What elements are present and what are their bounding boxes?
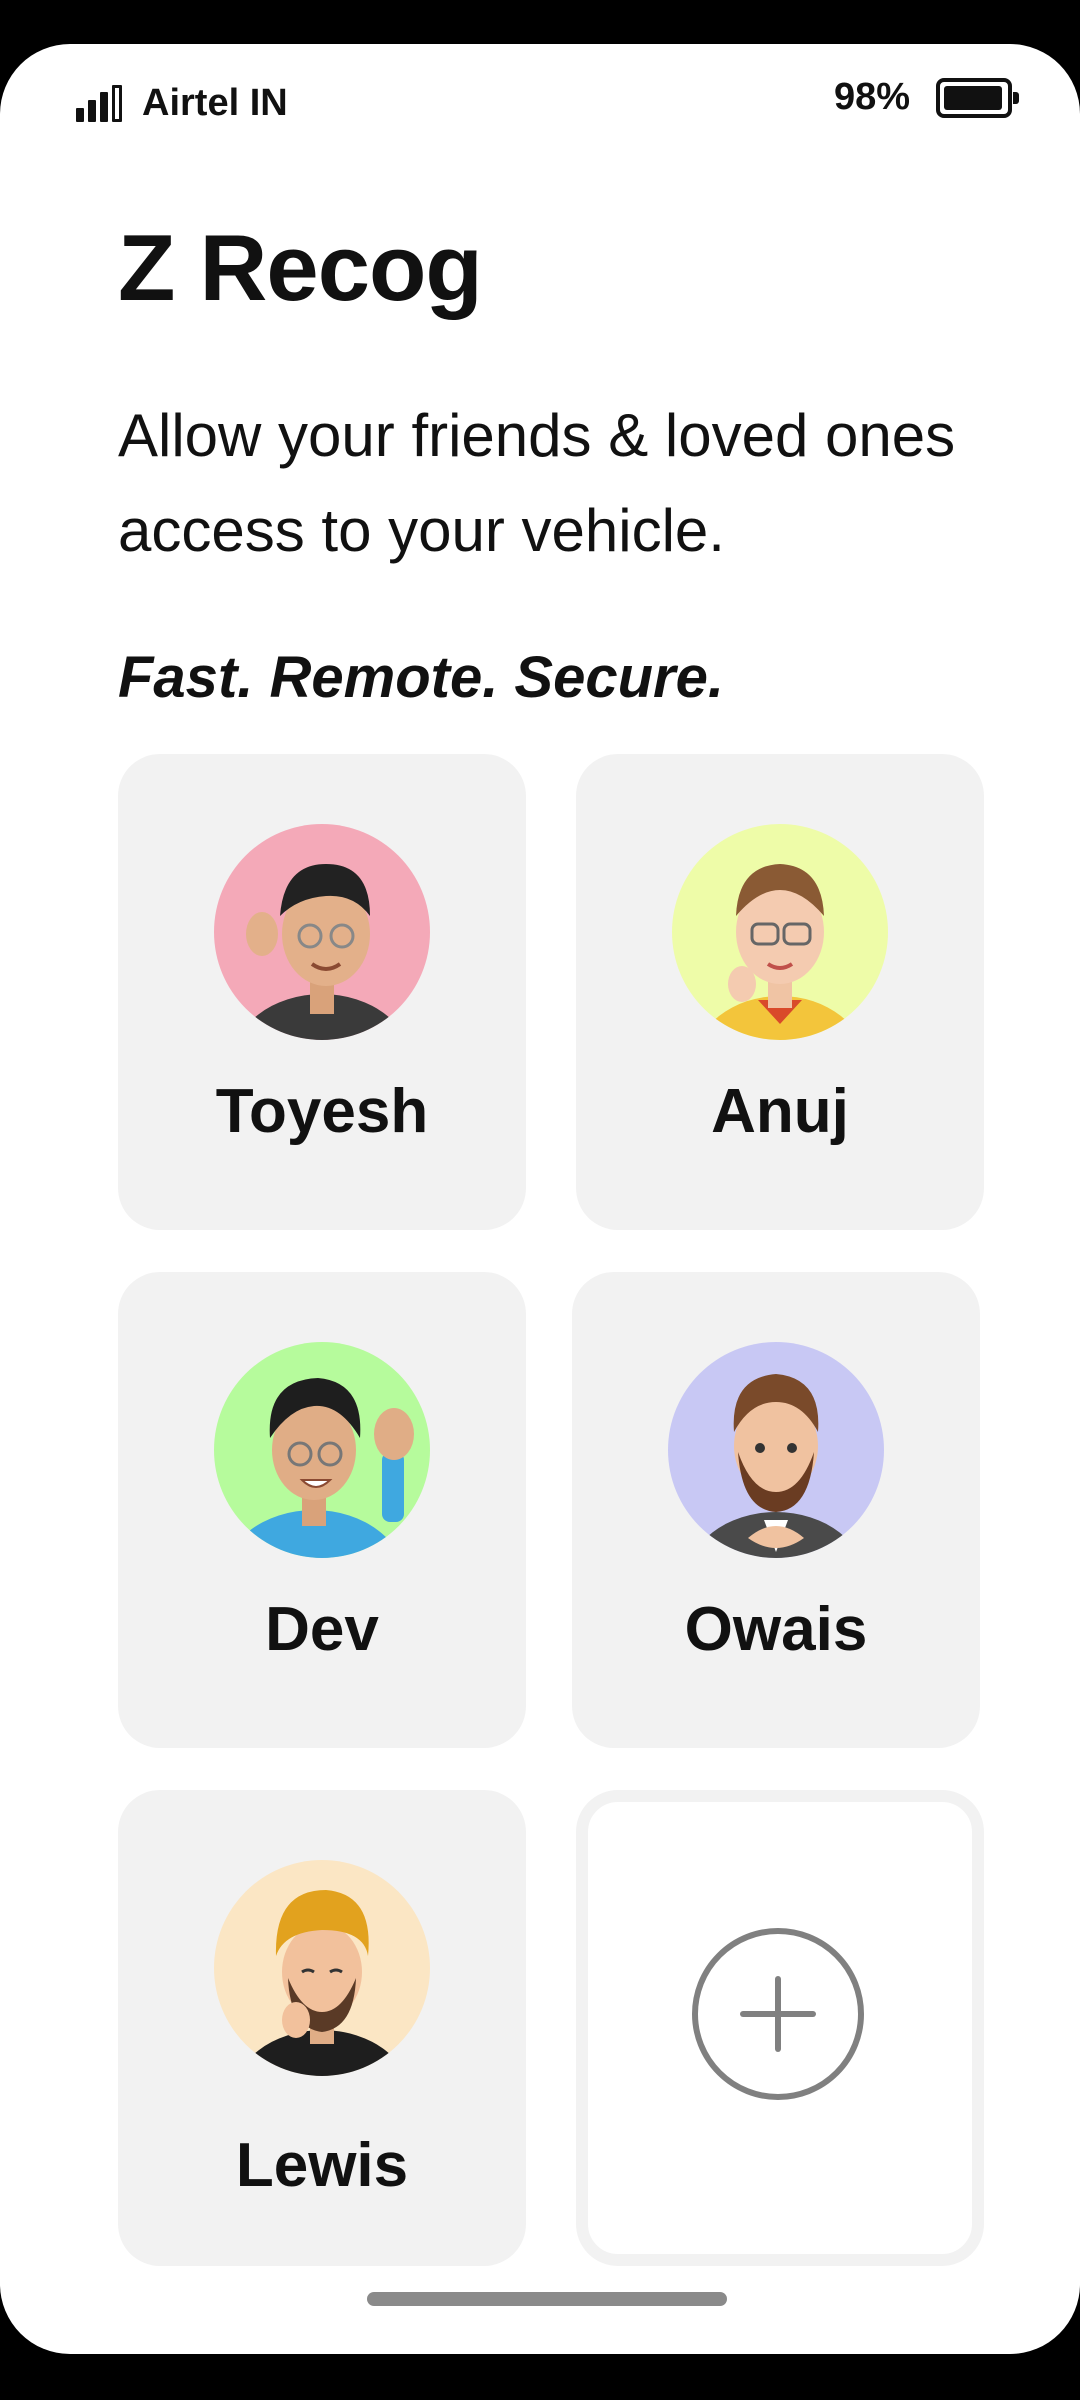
home-indicator[interactable] (367, 2292, 727, 2306)
contact-name: Lewis (235, 2131, 409, 2200)
contact-card-anuj[interactable]: Anuj (576, 754, 984, 1230)
memoji-avatar-icon (214, 1860, 430, 2076)
contact-name: Anuj (711, 1077, 849, 1146)
add-contact-button[interactable] (576, 1790, 984, 2266)
contact-card-lewis[interactable]: Lewis (118, 1790, 526, 2266)
memoji-avatar-icon (668, 1342, 884, 1558)
contact-card-owais[interactable]: Owais (572, 1272, 980, 1748)
memoji-avatar-icon (214, 824, 430, 1040)
battery-info: 98% (833, 76, 1019, 119)
signal-icon (76, 84, 122, 122)
contact-card-dev[interactable]: Dev (118, 1272, 526, 1748)
page-title: Z Recog (118, 215, 483, 320)
memoji-avatar-icon (214, 1342, 430, 1558)
contact-card-toyesh[interactable]: Toyesh (118, 754, 526, 1230)
memoji-avatar-icon (672, 824, 888, 1040)
app-screen: Airtel IN 98% Z Recog Allow your friends… (0, 44, 1080, 2354)
battery-icon (936, 77, 1019, 118)
battery-percent: 98% (833, 76, 910, 118)
contact-name: Dev (265, 1595, 379, 1664)
carrier-name: Airtel IN (142, 82, 288, 124)
page-subtitle: Allow your friends & loved ones access t… (118, 402, 956, 564)
plus-circle-icon (692, 1928, 864, 2100)
carrier-info: Airtel IN (76, 82, 288, 125)
contact-name: Toyesh (215, 1077, 429, 1146)
status-bar: Airtel IN 98% (0, 44, 1080, 164)
contact-name: Owais (684, 1595, 868, 1664)
tagline: Fast. Remote. Secure. (118, 645, 724, 710)
